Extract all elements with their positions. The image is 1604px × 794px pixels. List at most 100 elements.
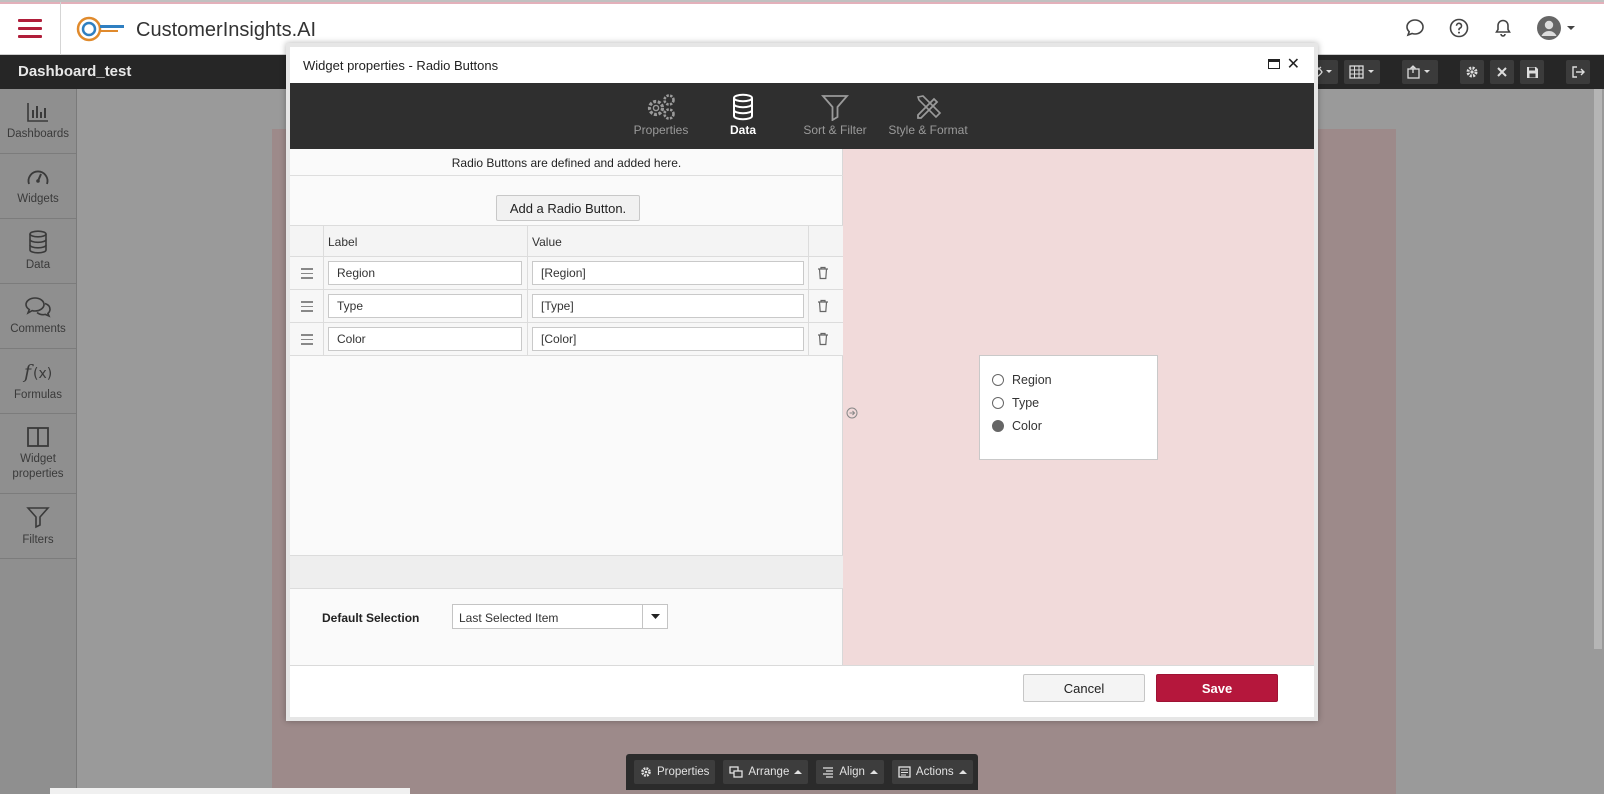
table-row [290,290,843,323]
tab-label: Data [729,123,756,137]
nav-label: Widgets [17,192,59,205]
close-icon[interactable]: ✕ [1287,54,1300,74]
label-input[interactable] [328,261,522,285]
cancel-button[interactable]: Cancel [1023,674,1145,702]
gauge-icon [27,170,49,184]
arrange-label: Arrange [748,766,790,778]
trash-icon[interactable] [817,332,829,346]
table-header: Label Value [290,225,843,257]
drag-handle-icon[interactable] [301,301,313,315]
tab-style-format[interactable]: Style & Format [878,93,978,137]
align-label: Align [839,766,865,778]
actions-icon [898,766,911,778]
chat-icon[interactable] [1404,17,1426,39]
app-title: CustomerInsights.AI [136,19,317,41]
radio-circle-selected-icon [992,419,1004,432]
dashboard-name: Dashboard_test [18,63,132,80]
maximize-icon[interactable] [1268,59,1280,69]
dialog-header: Widget properties - Radio Buttons ✕ [290,47,1314,83]
dialog-tabs: Properties Data Sort & Filter Style & Fo… [290,83,1314,149]
radio-option-color[interactable]: Color [992,414,1157,437]
bottom-toolbar: Properties Arrange Align Actions [626,754,978,790]
drag-handle-icon[interactable] [301,334,313,348]
dialog-title: Widget properties - Radio Buttons [303,58,499,73]
actions-button[interactable]: Actions [891,760,973,784]
trash-icon[interactable] [817,299,829,313]
radio-option-label: Type [1012,395,1040,410]
nav-item-widgets[interactable]: Widgets [0,154,76,219]
value-input[interactable] [532,294,804,318]
funnel-icon [821,95,849,121]
default-selection-dropdown[interactable]: Last Selected Item [452,604,668,629]
nav-item-formulas[interactable]: f (x) Formulas [0,349,76,414]
left-navigation: Dashboards Widgets Data Comments f (x) Fo… [0,89,77,794]
tab-label: Sort & Filter [803,123,867,137]
help-icon[interactable] [1448,17,1470,39]
nav-item-widget-properties[interactable]: Widget properties [0,414,76,494]
label-input[interactable] [328,294,522,318]
caret-up-icon [794,770,803,774]
panel-icon [27,426,49,447]
nav-label: Filters [22,533,54,546]
comments-icon [25,296,51,318]
vertical-scrollbar[interactable] [1594,89,1602,649]
value-input[interactable] [532,327,804,351]
widget-properties-dialog: Widget properties - Radio Buttons ✕ Prop… [286,43,1318,721]
tab-data[interactable]: Data [698,93,788,137]
tab-label: Properties [633,123,689,137]
caret-up-icon [869,770,878,774]
nav-item-comments[interactable]: Comments [0,284,76,349]
horizontal-scrollbar[interactable] [50,788,410,794]
radio-option-label: Color [1012,418,1042,433]
tab-sort-filter[interactable]: Sort & Filter [790,93,880,137]
radio-preview-widget: Region Type Color [979,355,1158,460]
radio-definition-pane: Radio Buttons are defined and added here… [290,149,843,665]
table-row [290,257,843,290]
radio-option-label: Region [1012,372,1052,387]
svg-text:(x): (x) [33,366,52,382]
tab-label: Style & Format [888,123,968,137]
hamburger-menu-icon[interactable] [18,19,42,39]
chevron-down-icon [642,605,667,628]
table-footer [290,555,843,589]
grid-layout-icon[interactable] [1344,60,1380,84]
nav-item-data[interactable]: Data [0,219,76,284]
value-input[interactable] [532,261,804,285]
add-radio-button[interactable]: Add a Radio Button. [496,195,640,221]
export-icon[interactable] [1402,60,1438,84]
pane-caption: Radio Buttons are defined and added here… [290,149,843,176]
user-avatar-icon[interactable] [1536,16,1576,40]
dialog-footer: Cancel Save [290,665,1314,717]
nav-item-dashboards[interactable]: Dashboards [0,89,76,154]
database-icon [733,93,753,121]
drag-handle-icon[interactable] [301,268,313,282]
bell-icon[interactable] [1492,17,1514,39]
gear-icon [641,767,651,777]
caret-up-icon [958,770,967,774]
tab-properties[interactable]: Properties [616,93,706,137]
top-accent-line [0,2,1604,4]
radio-option-type[interactable]: Type [992,391,1157,414]
bar-chart-icon [27,102,48,122]
settings-gear-icon[interactable] [1460,60,1484,84]
collapse-arrow-icon[interactable] [846,407,858,419]
function-icon: f (x) [22,361,52,383]
label-input[interactable] [328,327,522,351]
trash-icon[interactable] [817,266,829,280]
radio-option-region[interactable]: Region [992,368,1157,391]
radio-buttons-table: Label Value [290,225,843,356]
default-selection-label: Default Selection [322,611,420,625]
save-disk-icon[interactable] [1520,60,1544,84]
pencil-ruler-icon [916,95,942,119]
arrange-button[interactable]: Arrange [723,760,809,784]
radio-circle-icon [992,373,1004,386]
save-button[interactable]: Save [1156,674,1278,702]
nav-label: Dashboards [6,127,69,140]
align-button[interactable]: Align [816,760,884,784]
properties-button[interactable]: Properties [634,760,716,784]
exit-icon[interactable] [1566,60,1590,84]
nav-item-filters[interactable]: Filters [0,494,76,559]
close-icon[interactable] [1490,60,1514,84]
actions-label: Actions [915,766,954,778]
align-icon [823,767,834,778]
